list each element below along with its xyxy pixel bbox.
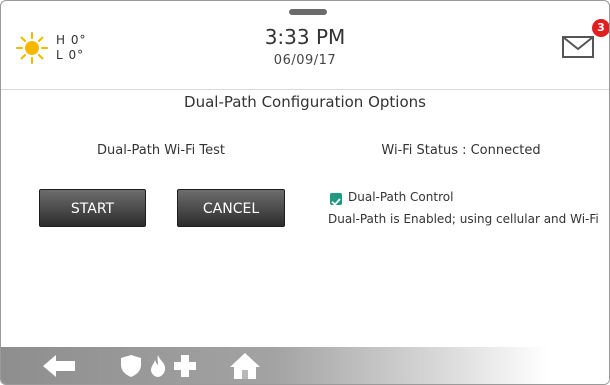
header-divider [1, 89, 609, 90]
medical-cross-icon[interactable] [173, 354, 197, 378]
shield-icon[interactable] [121, 355, 141, 377]
page-title: Dual-Path Configuration Options [184, 93, 426, 111]
back-arrow-icon[interactable] [43, 355, 77, 377]
dual-path-control-label[interactable]: Dual-Path Control [348, 190, 453, 204]
checkmark-icon [331, 198, 341, 206]
clock-date: 06/09/17 [273, 53, 337, 68]
header-bar: H 0° L 0° 3:33 PM 06/09/17 3 [1, 1, 609, 89]
bottom-nav-bar [1, 347, 609, 384]
dual-path-control-checkbox[interactable] [330, 193, 342, 206]
wifi-test-heading: Dual-Path Wi-Fi Test [97, 143, 225, 158]
start-button[interactable]: START [39, 189, 146, 227]
message-count-badge: 3 [592, 19, 609, 37]
wifi-status-heading: Wi-Fi Status : Connected [381, 143, 541, 158]
clock-time: 3:33 PM [264, 25, 346, 49]
home-icon[interactable] [229, 352, 261, 380]
dual-path-status-text: Dual-Path is Enabled; using cellular and… [328, 212, 599, 226]
cancel-button[interactable]: CANCEL [177, 189, 285, 227]
envelope-icon[interactable] [561, 29, 595, 63]
flame-icon[interactable] [149, 355, 167, 377]
panel-screen: H 0° L 0° 3:33 PM 06/09/17 3 Dual-Path C… [0, 0, 610, 385]
